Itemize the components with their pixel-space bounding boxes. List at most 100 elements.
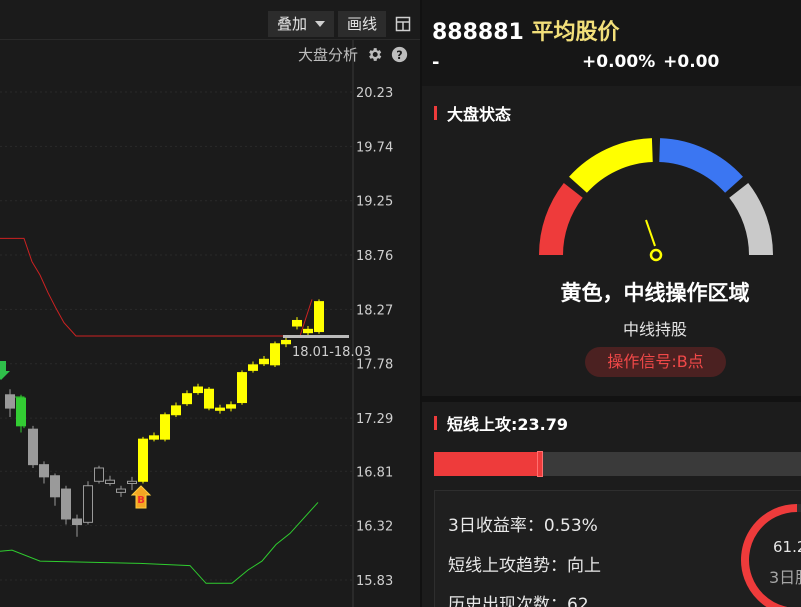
stock-header: 888881 平均股价 - +0.00% +0.00 bbox=[422, 0, 801, 86]
kline-chart[interactable]: 20.2319.7419.2518.7618.2717.7817.2916.81… bbox=[0, 0, 420, 607]
section-marker bbox=[434, 416, 437, 430]
candle-body bbox=[138, 438, 148, 482]
candle-body bbox=[281, 339, 291, 345]
info-panel: 888881 平均股价 - +0.00% +0.00 大盘状态 黄色，中线操作区… bbox=[422, 0, 801, 607]
win-rate-value: 61.2 bbox=[773, 538, 801, 556]
grid-layout-icon bbox=[395, 16, 411, 32]
candle-body bbox=[248, 364, 258, 371]
candlestick[interactable] bbox=[127, 476, 137, 491]
candlestick[interactable] bbox=[193, 383, 203, 395]
kline-chart-panel[interactable]: 20.23 19.74 19.25 18.76 18.27 17.78 17.29 16.81… bbox=[0, 0, 420, 607]
candlestick[interactable] bbox=[270, 341, 280, 368]
candle-body bbox=[16, 397, 26, 427]
chart-toolbar: 叠加 画线 bbox=[268, 11, 416, 37]
gauge-segment bbox=[569, 138, 653, 193]
history-count: 历史出现次数：62 bbox=[448, 595, 589, 607]
candlestick[interactable] bbox=[94, 465, 104, 484]
candlestick[interactable] bbox=[215, 404, 225, 414]
candlestick[interactable] bbox=[160, 412, 170, 442]
support-line bbox=[0, 502, 319, 584]
resistance-line bbox=[0, 237, 313, 337]
candlestick[interactable] bbox=[259, 355, 269, 366]
gauge-needle bbox=[645, 219, 663, 262]
candlestick[interactable] bbox=[292, 317, 302, 330]
stock-name: 平均股价 bbox=[531, 20, 620, 45]
candle-body bbox=[237, 372, 247, 404]
win-rate-label: 3日胜 bbox=[769, 568, 801, 587]
y-tick-label: 17.29 bbox=[356, 412, 393, 427]
candle-body bbox=[259, 358, 269, 365]
candle-body bbox=[292, 319, 302, 327]
candlestick[interactable] bbox=[314, 299, 324, 334]
trend-direction: 短线上攻趋势：向上 bbox=[448, 556, 601, 576]
candle-body bbox=[83, 485, 93, 523]
stock-code: 888881 bbox=[432, 20, 524, 45]
y-tick-label: 16.81 bbox=[356, 465, 393, 480]
short-term-title: 短线上攻:23.79 bbox=[447, 415, 569, 434]
candle-body bbox=[127, 480, 137, 485]
help-button[interactable]: ? bbox=[391, 46, 408, 63]
candlestick[interactable] bbox=[226, 401, 236, 412]
candle-body bbox=[5, 394, 15, 409]
operation-signal-badge[interactable]: 操作信号:B点 bbox=[585, 347, 726, 377]
candle-body bbox=[182, 393, 192, 405]
candlestick[interactable] bbox=[105, 475, 115, 486]
candlestick[interactable] bbox=[171, 402, 181, 417]
stock-change: +0.00% +0.00 bbox=[582, 52, 719, 72]
candle-body bbox=[28, 428, 38, 466]
candle-body bbox=[105, 479, 115, 485]
section-divider bbox=[422, 396, 801, 402]
candlestick[interactable] bbox=[149, 432, 159, 442]
buy-signal-marker[interactable]: B bbox=[130, 485, 152, 509]
candlestick[interactable] bbox=[138, 436, 148, 484]
candle-body bbox=[61, 488, 71, 520]
candlestick[interactable] bbox=[50, 473, 60, 506]
progress-fill bbox=[434, 452, 542, 476]
settings-button[interactable] bbox=[366, 46, 383, 63]
market-state-title: 大盘状态 bbox=[447, 105, 512, 124]
candlestick[interactable] bbox=[83, 481, 93, 525]
win-rate-arc bbox=[741, 504, 798, 607]
y-tick-label: 15.83 bbox=[356, 574, 393, 589]
candle-body bbox=[303, 328, 313, 334]
section-marker bbox=[434, 106, 437, 120]
gear-icon bbox=[369, 47, 382, 61]
market-analysis-row: 大盘分析 ? bbox=[298, 44, 408, 64]
gauge-segment bbox=[729, 182, 773, 255]
gauge-segment bbox=[539, 182, 583, 255]
short-term-progress bbox=[434, 451, 801, 477]
candlestick[interactable] bbox=[248, 361, 258, 373]
candlestick[interactable] bbox=[237, 370, 247, 405]
short-term-stats: 3日收益率：0.53% 短线上攻趋势：向上 历史出现次数：62 61.2 3日胜 bbox=[434, 490, 801, 607]
candlestick[interactable] bbox=[116, 485, 126, 497]
y-tick-label: 20.23 bbox=[356, 86, 393, 101]
candle-body bbox=[215, 407, 225, 411]
candle-body bbox=[171, 405, 181, 416]
y-tick-label: 19.25 bbox=[356, 195, 393, 210]
help-icon: ? bbox=[391, 46, 408, 62]
market-analysis-link[interactable]: 大盘分析 bbox=[298, 44, 358, 65]
candle-body bbox=[94, 467, 104, 482]
stock-title: 888881 平均股价 bbox=[432, 14, 620, 46]
overlay-dropdown[interactable]: 叠加 bbox=[268, 11, 335, 37]
candlestick[interactable] bbox=[61, 485, 71, 525]
candlestick[interactable] bbox=[39, 461, 49, 484]
candlestick[interactable] bbox=[28, 425, 38, 468]
candle-body bbox=[39, 464, 49, 478]
draw-line-button[interactable]: 画线 bbox=[338, 11, 387, 37]
y-tick-label: 18.76 bbox=[356, 249, 393, 264]
candlestick[interactable] bbox=[204, 387, 214, 411]
candle-body bbox=[226, 404, 236, 409]
range-bar bbox=[283, 335, 349, 338]
chevron-down-icon bbox=[315, 21, 326, 27]
candlestick[interactable] bbox=[281, 337, 291, 348]
sell-signal-marker[interactable] bbox=[0, 361, 10, 380]
candlestick[interactable] bbox=[5, 389, 15, 417]
candle-body bbox=[72, 518, 82, 526]
toolbar-divider bbox=[0, 39, 420, 40]
candle-body bbox=[270, 343, 280, 366]
overlay-label: 叠加 bbox=[277, 15, 308, 33]
layout-grid-button[interactable] bbox=[390, 11, 416, 37]
three-day-return: 3日收益率：0.53% bbox=[448, 516, 598, 536]
candlestick[interactable] bbox=[182, 390, 192, 406]
